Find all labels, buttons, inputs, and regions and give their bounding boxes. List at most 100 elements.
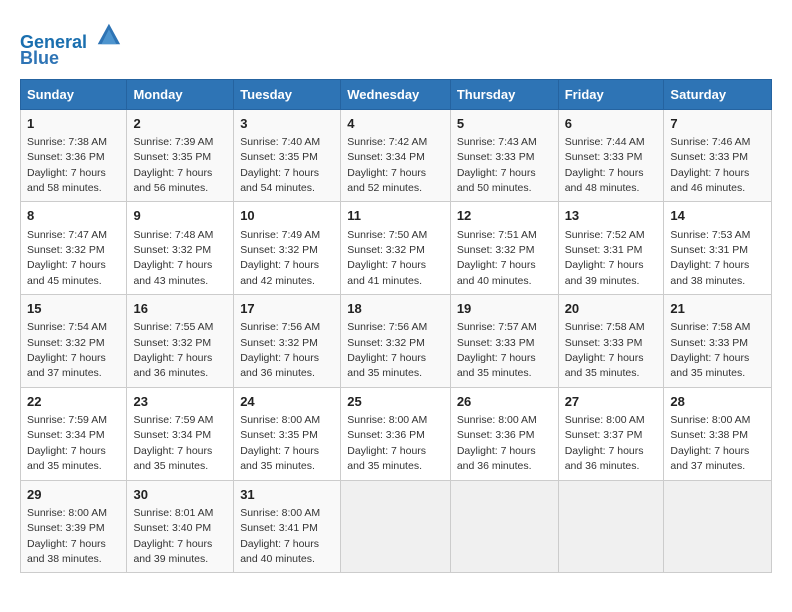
calendar-cell: 30 Sunrise: 8:01 AM Sunset: 3:40 PM Dayl… [127, 480, 234, 573]
header-day-tuesday: Tuesday [234, 79, 341, 109]
sunrise-text: Sunrise: 7:59 AM [133, 414, 213, 426]
day-number: 25 [347, 393, 444, 411]
calendar-cell: 6 Sunrise: 7:44 AM Sunset: 3:33 PM Dayli… [558, 109, 664, 202]
calendar-cell: 16 Sunrise: 7:55 AM Sunset: 3:32 PM Dayl… [127, 295, 234, 388]
calendar-cell: 28 Sunrise: 8:00 AM Sunset: 3:38 PM Dayl… [664, 387, 772, 480]
sunset-text: Sunset: 3:32 PM [27, 337, 105, 349]
sunrise-text: Sunrise: 7:59 AM [27, 414, 107, 426]
day-number: 10 [240, 207, 334, 225]
daylight-text: Daylight: 7 hours and 35 minutes. [240, 445, 319, 472]
calendar-cell: 29 Sunrise: 8:00 AM Sunset: 3:39 PM Dayl… [21, 480, 127, 573]
sunrise-text: Sunrise: 7:51 AM [457, 229, 537, 241]
header-day-sunday: Sunday [21, 79, 127, 109]
day-number: 11 [347, 207, 444, 225]
sunrise-text: Sunrise: 8:01 AM [133, 507, 213, 519]
daylight-text: Daylight: 7 hours and 36 minutes. [133, 352, 212, 379]
sunset-text: Sunset: 3:33 PM [565, 337, 643, 349]
sunrise-text: Sunrise: 8:00 AM [670, 414, 750, 426]
day-number: 19 [457, 300, 552, 318]
calendar-week-2: 8 Sunrise: 7:47 AM Sunset: 3:32 PM Dayli… [21, 202, 772, 295]
calendar-cell: 24 Sunrise: 8:00 AM Sunset: 3:35 PM Dayl… [234, 387, 341, 480]
day-number: 24 [240, 393, 334, 411]
calendar-week-3: 15 Sunrise: 7:54 AM Sunset: 3:32 PM Dayl… [21, 295, 772, 388]
day-number: 16 [133, 300, 227, 318]
daylight-text: Daylight: 7 hours and 35 minutes. [457, 352, 536, 379]
day-number: 7 [670, 115, 765, 133]
daylight-text: Daylight: 7 hours and 35 minutes. [347, 445, 426, 472]
sunrise-text: Sunrise: 7:47 AM [27, 229, 107, 241]
day-number: 12 [457, 207, 552, 225]
sunset-text: Sunset: 3:34 PM [27, 429, 105, 441]
calendar-cell: 3 Sunrise: 7:40 AM Sunset: 3:35 PM Dayli… [234, 109, 341, 202]
sunrise-text: Sunrise: 7:54 AM [27, 321, 107, 333]
daylight-text: Daylight: 7 hours and 46 minutes. [670, 167, 749, 194]
sunset-text: Sunset: 3:32 PM [240, 244, 318, 256]
calendar-cell: 4 Sunrise: 7:42 AM Sunset: 3:34 PM Dayli… [341, 109, 451, 202]
day-number: 15 [27, 300, 120, 318]
daylight-text: Daylight: 7 hours and 45 minutes. [27, 259, 106, 286]
sunset-text: Sunset: 3:33 PM [457, 337, 535, 349]
sunrise-text: Sunrise: 7:58 AM [670, 321, 750, 333]
day-number: 13 [565, 207, 658, 225]
calendar-cell: 8 Sunrise: 7:47 AM Sunset: 3:32 PM Dayli… [21, 202, 127, 295]
sunrise-text: Sunrise: 7:49 AM [240, 229, 320, 241]
daylight-text: Daylight: 7 hours and 39 minutes. [133, 538, 212, 565]
sunrise-text: Sunrise: 8:00 AM [240, 414, 320, 426]
calendar-cell [558, 480, 664, 573]
calendar-week-4: 22 Sunrise: 7:59 AM Sunset: 3:34 PM Dayl… [21, 387, 772, 480]
sunset-text: Sunset: 3:37 PM [565, 429, 643, 441]
calendar-cell: 21 Sunrise: 7:58 AM Sunset: 3:33 PM Dayl… [664, 295, 772, 388]
sunset-text: Sunset: 3:36 PM [27, 151, 105, 163]
sunrise-text: Sunrise: 8:00 AM [240, 507, 320, 519]
sunrise-text: Sunrise: 7:43 AM [457, 136, 537, 148]
calendar-cell: 11 Sunrise: 7:50 AM Sunset: 3:32 PM Dayl… [341, 202, 451, 295]
calendar-cell: 17 Sunrise: 7:56 AM Sunset: 3:32 PM Dayl… [234, 295, 341, 388]
sunrise-text: Sunrise: 8:00 AM [27, 507, 107, 519]
daylight-text: Daylight: 7 hours and 40 minutes. [240, 538, 319, 565]
day-number: 6 [565, 115, 658, 133]
daylight-text: Daylight: 7 hours and 38 minutes. [27, 538, 106, 565]
sunset-text: Sunset: 3:34 PM [133, 429, 211, 441]
sunset-text: Sunset: 3:35 PM [240, 429, 318, 441]
sunrise-text: Sunrise: 7:44 AM [565, 136, 645, 148]
day-number: 14 [670, 207, 765, 225]
calendar-cell [450, 480, 558, 573]
daylight-text: Daylight: 7 hours and 54 minutes. [240, 167, 319, 194]
daylight-text: Daylight: 7 hours and 42 minutes. [240, 259, 319, 286]
day-number: 28 [670, 393, 765, 411]
sunrise-text: Sunrise: 7:56 AM [240, 321, 320, 333]
sunset-text: Sunset: 3:40 PM [133, 522, 211, 534]
daylight-text: Daylight: 7 hours and 48 minutes. [565, 167, 644, 194]
daylight-text: Daylight: 7 hours and 35 minutes. [565, 352, 644, 379]
sunset-text: Sunset: 3:32 PM [27, 244, 105, 256]
sunrise-text: Sunrise: 7:56 AM [347, 321, 427, 333]
sunrise-text: Sunrise: 7:50 AM [347, 229, 427, 241]
day-number: 26 [457, 393, 552, 411]
sunrise-text: Sunrise: 7:39 AM [133, 136, 213, 148]
calendar-cell [664, 480, 772, 573]
header: General Blue [20, 16, 772, 69]
sunset-text: Sunset: 3:34 PM [347, 151, 425, 163]
header-day-saturday: Saturday [664, 79, 772, 109]
daylight-text: Daylight: 7 hours and 43 minutes. [133, 259, 212, 286]
sunset-text: Sunset: 3:41 PM [240, 522, 318, 534]
calendar-cell: 31 Sunrise: 8:00 AM Sunset: 3:41 PM Dayl… [234, 480, 341, 573]
day-number: 29 [27, 486, 120, 504]
calendar-cell: 14 Sunrise: 7:53 AM Sunset: 3:31 PM Dayl… [664, 202, 772, 295]
sunset-text: Sunset: 3:35 PM [240, 151, 318, 163]
day-number: 9 [133, 207, 227, 225]
calendar-cell: 19 Sunrise: 7:57 AM Sunset: 3:33 PM Dayl… [450, 295, 558, 388]
sunset-text: Sunset: 3:36 PM [347, 429, 425, 441]
calendar-cell: 12 Sunrise: 7:51 AM Sunset: 3:32 PM Dayl… [450, 202, 558, 295]
sunrise-text: Sunrise: 8:00 AM [457, 414, 537, 426]
sunset-text: Sunset: 3:31 PM [565, 244, 643, 256]
day-number: 1 [27, 115, 120, 133]
calendar-week-1: 1 Sunrise: 7:38 AM Sunset: 3:36 PM Dayli… [21, 109, 772, 202]
sunrise-text: Sunrise: 8:00 AM [565, 414, 645, 426]
day-number: 3 [240, 115, 334, 133]
logo: General Blue [20, 20, 122, 69]
daylight-text: Daylight: 7 hours and 39 minutes. [565, 259, 644, 286]
header-day-friday: Friday [558, 79, 664, 109]
sunrise-text: Sunrise: 7:42 AM [347, 136, 427, 148]
day-number: 2 [133, 115, 227, 133]
